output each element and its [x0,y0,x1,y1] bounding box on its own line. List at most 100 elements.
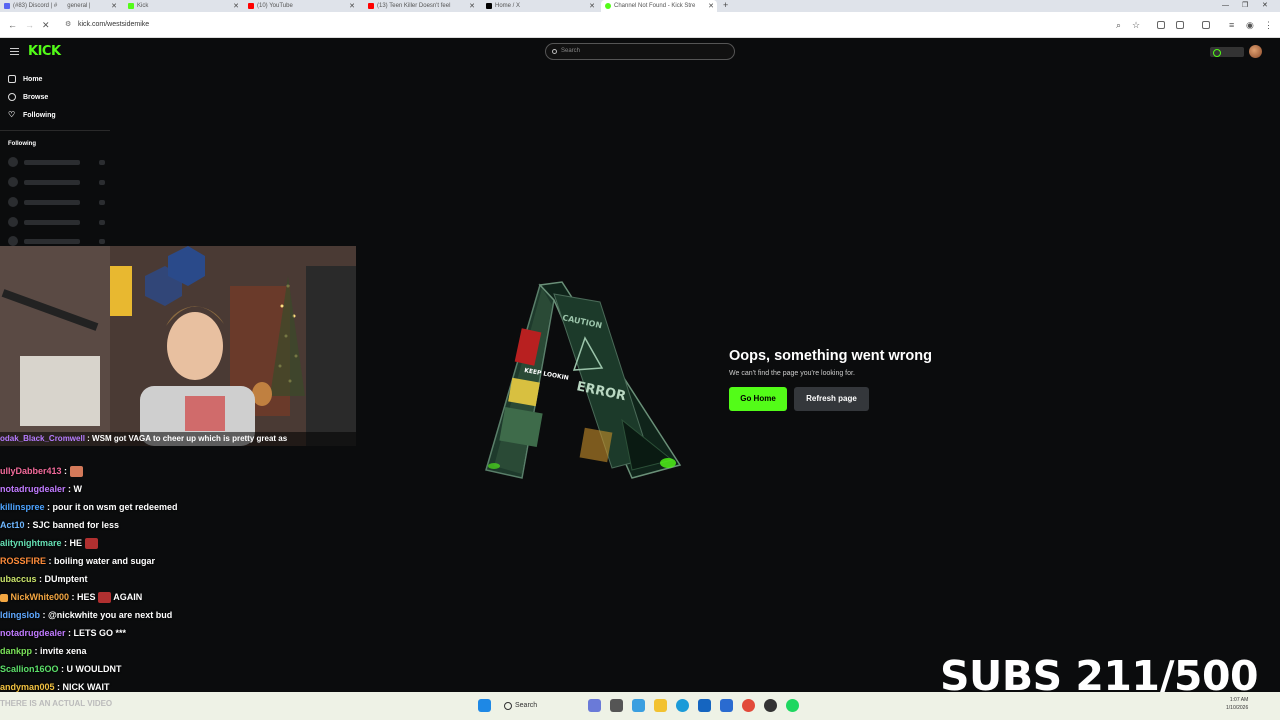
task-view-icon[interactable] [610,699,623,712]
chat-line: ullyDabber413 : [0,464,83,478]
chat-line: killinspree : pour it on wsm get redeeme… [0,502,178,512]
chat-username: andyman005 [0,682,55,692]
store-icon[interactable] [698,699,711,712]
edge-icon[interactable] [676,699,689,712]
channel-skeleton [8,157,108,167]
chat-message-after: AGAIN [113,592,143,602]
reload-icon[interactable]: ✕ [42,20,50,30]
bookmark-star-icon[interactable]: ☆ [1132,20,1140,30]
refresh-page-button[interactable]: Refresh page [794,387,869,411]
error-sign-illustration: KEEP LOOKIN CAUTION ERROR [482,280,682,485]
spotify-icon[interactable] [786,699,799,712]
avatar[interactable] [1249,45,1262,58]
chat-username: Scallion16OO [0,664,59,674]
tab-discord[interactable]: (#83) Discord | # general | ✕ [0,0,120,12]
tab-label: (13) Teen Killer Doesn't feel [377,3,451,9]
file-explorer-icon[interactable] [654,699,667,712]
system-clock[interactable]: 1:07 AM 1/10/2026 [1226,696,1248,712]
kick-logo[interactable]: KICK [28,44,61,59]
tab-youtube-video[interactable]: (13) Teen Killer Doesn't feel ✕ [364,0,478,12]
chat-line: NickWhite000 : HES AGAIN [0,590,142,604]
chat-username: ldingslob [0,610,40,620]
close-icon[interactable]: ✕ [469,2,475,10]
chat-line: Scallion16OO : U WOULDNT [0,664,122,674]
go-home-button[interactable]: Go Home [729,387,787,411]
channel-skeleton [8,236,108,246]
widgets-icon[interactable] [588,699,601,712]
theme-toggle[interactable] [1210,47,1244,57]
webcam-chat-line: odak_Black_Cromwell : WSM got VAGA to ch… [0,432,356,446]
extensions-puzzle-icon[interactable] [1176,21,1184,29]
site-info-icon[interactable]: ⚙ [65,17,71,33]
sidebar-item-label: Home [23,75,43,83]
chat-username: killinspree [0,502,45,512]
sidebar: Home Browse ♡ Following Following [0,66,110,256]
address-bar[interactable]: ⚙ kick.com/westsidemike [58,17,1108,33]
channel-skeleton [8,177,108,187]
reading-list-icon[interactable]: ≡ [1229,20,1234,30]
webcam-overlay [0,246,356,446]
profile-icon[interactable]: ◉ [1246,20,1254,30]
chat-line: dankpp : invite xena [0,646,87,656]
tab-label: (10) YouTube [257,3,293,9]
sidebar-item-label: Browse [23,93,49,101]
chat-message: U WOULDNT [66,664,122,674]
chat-message: NICK WAIT [62,682,110,692]
zoom-icon[interactable]: ⌕ [1116,20,1121,30]
tab-kick[interactable]: Kick ✕ [124,0,242,12]
sidebar-divider [0,130,110,131]
search-input[interactable]: Search [545,43,735,60]
channel-skeleton [8,217,108,227]
x-logo-icon [486,3,492,9]
back-icon[interactable]: ← [8,20,17,30]
error-title: Oops, something went wrong [729,348,932,364]
chat-username: odak_Black_Cromwell [0,434,85,443]
chat-username: ROSSFIRE [0,556,47,566]
chat-username: ubaccus [0,574,37,584]
tab-youtube[interactable]: (10) YouTube ✕ [244,0,358,12]
minimize-button[interactable]: — [1222,0,1229,11]
windows-start-icon[interactable] [478,699,491,712]
url-text: kick.com/westsidemike [78,21,150,28]
following-heading: Following [8,141,36,147]
compass-icon [8,93,16,101]
new-tab-button[interactable]: + [723,0,728,11]
tab-x[interactable]: Home / X ✕ [482,0,598,12]
extension-icon[interactable] [1157,21,1165,29]
channel-skeleton [8,197,108,207]
close-icon[interactable]: ✕ [349,2,355,10]
sidebar-item-browse[interactable]: Browse [8,93,48,101]
taskbar: THERE IS AN ACTUAL VIDEO Search 1:07 AM … [0,692,1280,720]
sidebar-item-following[interactable]: ♡ Following [8,111,56,119]
close-icon[interactable]: ✕ [708,2,714,10]
chat-username: dankpp [0,646,33,656]
close-icon[interactable]: ✕ [111,2,117,10]
more-menu-icon[interactable]: ⋮ [1264,20,1273,30]
mail-icon[interactable] [720,699,733,712]
taskbar-search[interactable]: Search [498,697,578,715]
chat-line: ldingslob : @nickwhite you are next bud [0,610,173,620]
tab-label: Home / X [495,3,521,9]
tab-channel-not-found[interactable]: Channel Not Found - Kick Stre ✕ [601,0,717,12]
maximize-button[interactable]: ❐ [1242,0,1248,11]
sidebar-item-home[interactable]: Home [8,75,42,83]
close-icon[interactable]: ✕ [589,2,595,10]
chrome-icon[interactable] [742,699,755,712]
chat-message: invite xena [40,646,87,656]
kick-header: KICK Search [0,38,1280,66]
youtube-icon [248,3,254,9]
chat-line: ubaccus : DUmptent [0,574,88,584]
chat-line: ROSSFIRE : boiling water and sugar [0,556,156,566]
obs-icon[interactable] [764,699,777,712]
close-window-button[interactable]: ✕ [1262,0,1268,11]
close-icon[interactable]: ✕ [233,2,239,10]
chat-message: @nickwhite you are next bud [48,610,173,620]
chat-username: Act10 [0,520,25,530]
kick-icon [128,3,134,9]
copilot-icon[interactable] [632,699,645,712]
forward-icon[interactable]: → [25,20,34,30]
hamburger-menu-icon[interactable] [10,48,19,55]
clock-date: 1/10/2026 [1226,705,1249,711]
sidebar-icon[interactable] [1202,21,1210,29]
chat-message: W [73,484,83,494]
